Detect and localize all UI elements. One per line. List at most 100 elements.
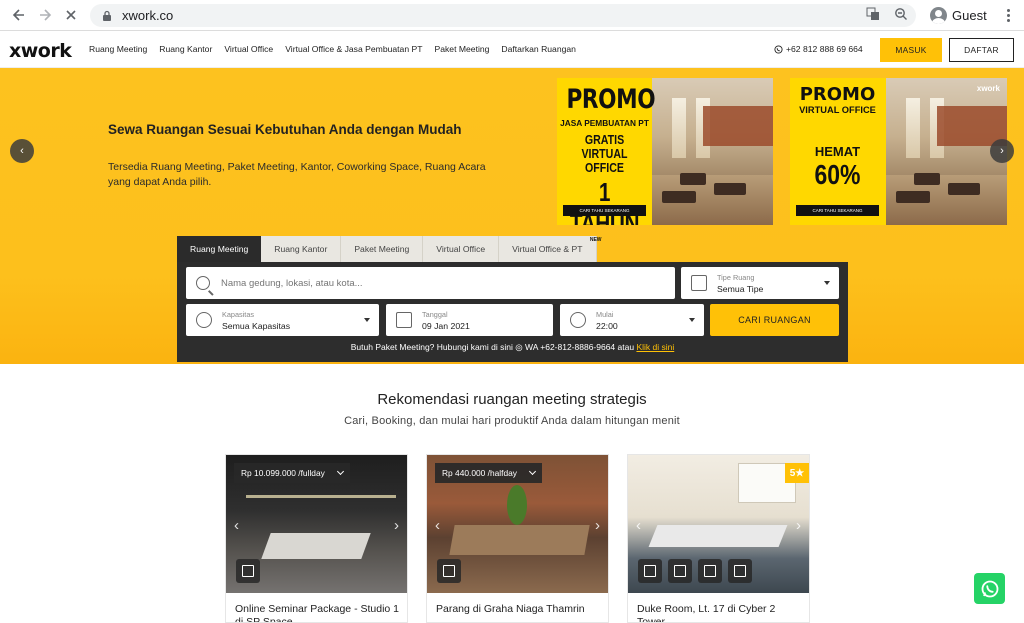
people-icon (196, 312, 212, 328)
search-icon (196, 276, 210, 290)
main-menu: Ruang Meeting Ruang Kantor Virtual Offic… (89, 44, 576, 54)
date-picker[interactable]: Tanggal 09 Jan 2021 (386, 304, 553, 336)
lock-icon (100, 9, 114, 23)
search-panel: Tipe Ruang Semua Tipe Kapasitas Semua Ka… (177, 262, 848, 362)
whatsapp-icon: ◎ (515, 342, 525, 352)
capacity-select[interactable]: Kapasitas Semua Kapasitas (186, 304, 379, 336)
date-value: 09 Jan 2021 (422, 320, 470, 331)
price-text: Rp 10.099.000 /fullday (241, 468, 325, 478)
price-badge[interactable]: Rp 440.000 /halfday (435, 463, 542, 483)
location-field[interactable] (186, 267, 675, 299)
price-text: Rp 440.000 /halfday (442, 468, 517, 478)
forward-icon[interactable] (32, 2, 58, 28)
facility-icon (437, 559, 461, 583)
clock-icon (570, 312, 586, 328)
register-button[interactable]: DAFTAR (949, 38, 1014, 62)
promo-banner-virtual-office[interactable]: xwork PROMO VIRTUAL OFFICE HEMAT 60% CAR… (790, 78, 1007, 225)
room-image (652, 78, 773, 225)
star-icon: ★ (795, 467, 805, 479)
facility-icon (638, 559, 662, 583)
promo1-line2: GRATIS VIRTUAL OFFICE (581, 133, 628, 175)
back-icon[interactable] (6, 2, 32, 28)
room-name: Online Seminar Package - Studio 1 di SP … (235, 603, 400, 623)
location-input[interactable] (221, 277, 641, 289)
site-header: xwork Ruang Meeting Ruang Kantor Virtual… (0, 31, 1024, 68)
facility-icon (698, 559, 722, 583)
start-value: 22:00 (596, 320, 618, 331)
chevron-right-icon[interactable]: › (394, 517, 399, 534)
promo2-brand: xwork (976, 84, 1000, 93)
room-card[interactable]: Rp 440.000 /halfday ‹ › Parang di Graha … (426, 454, 609, 623)
login-button[interactable]: MASUK (880, 38, 942, 62)
promo1-line3: 1 TAHUN (569, 177, 640, 225)
room-name: Duke Room, Lt. 17 di Cyber 2 Tower (637, 603, 776, 623)
tab-virtual-office-pt-label: Virtual Office & PT (512, 244, 583, 254)
profile-button[interactable]: Guest (922, 4, 995, 27)
help-line: Butuh Paket Meeting? Hubungi kami di sin… (177, 342, 848, 353)
chevron-right-icon[interactable]: › (796, 517, 801, 534)
more-menu-icon[interactable] (998, 5, 1018, 25)
capacity-value: Semua Kapasitas (222, 320, 291, 331)
new-badge: NEW (589, 237, 602, 243)
phone-number: +62 812 888 69 664 (786, 44, 863, 54)
help-text: Butuh Paket Meeting? Hubungi kami di sin… (350, 342, 516, 352)
search-rooms-button[interactable]: CARI RUANGAN (710, 304, 839, 336)
chevron-left-icon[interactable]: ‹ (636, 517, 641, 534)
capacity-label: Kapasitas (222, 309, 255, 319)
promo2-line3: 60% (814, 159, 861, 190)
chevron-down-icon (336, 467, 344, 476)
menu-daftarkan-ruangan[interactable]: Daftarkan Ruangan (501, 44, 576, 54)
promo1-heading: PROMO (566, 84, 656, 115)
chevron-left-icon[interactable]: ‹ (435, 517, 440, 534)
tab-virtual-office-pt[interactable]: Virtual Office & PT NEW (499, 236, 602, 262)
tab-virtual-office[interactable]: Virtual Office (423, 236, 500, 262)
chevron-left-icon[interactable]: ‹ (234, 517, 239, 534)
hero-subtitle: Tersedia Ruang Meeting, Paket Meeting, K… (108, 161, 486, 188)
menu-virtual-office[interactable]: Virtual Office (224, 44, 273, 54)
promo2-cta: CARI TAHU SEKARANG (796, 205, 879, 216)
stop-loading-icon[interactable] (58, 2, 84, 28)
price-badge[interactable]: Rp 10.099.000 /fullday (234, 463, 350, 483)
help-link[interactable]: Klik di sini (636, 342, 674, 352)
room-type-select[interactable]: Tipe Ruang Semua Tipe (681, 267, 839, 299)
tab-paket-meeting[interactable]: Paket Meeting (341, 236, 424, 262)
menu-ruang-kantor[interactable]: Ruang Kantor (159, 44, 212, 54)
promo2-line1: VIRTUAL OFFICE (799, 105, 876, 115)
start-time-select[interactable]: Mulai 22:00 (560, 304, 704, 336)
room-type-value: Semua Tipe (717, 283, 764, 294)
menu-ruang-meeting[interactable]: Ruang Meeting (89, 44, 147, 54)
hero-title: Sewa Ruangan Sesuai Kebutuhan Anda denga… (108, 122, 462, 137)
whatsapp-chat-button[interactable] (974, 573, 1005, 604)
promo2-line2: HEMAT (814, 144, 861, 159)
calendar-icon (396, 312, 412, 328)
phone-contact[interactable]: +62 812 888 69 664 (774, 44, 863, 54)
chevron-right-icon[interactable]: › (595, 517, 600, 534)
site-logo[interactable]: xwork (9, 40, 72, 62)
promo1-line1: JASA PEMBUATAN PT (560, 118, 649, 128)
carousel-prev-icon[interactable]: ‹ (10, 139, 34, 163)
chevron-down-icon (689, 318, 695, 322)
building-icon (691, 275, 707, 291)
facility-icon (236, 559, 260, 583)
zoom-icon[interactable] (894, 7, 908, 24)
facility-icon (668, 559, 692, 583)
room-card[interactable]: 5 ★ ‹ › Duke Room, Lt. 17 di Cyber 2 Towe… (627, 454, 810, 623)
tab-ruang-kantor[interactable]: Ruang Kantor (261, 236, 342, 262)
room-type-label: Tipe Ruang (717, 272, 755, 282)
promo-banner-pt[interactable]: PROMO JASA PEMBUATAN PT GRATIS VIRTUAL O… (557, 78, 773, 225)
tab-ruang-meeting[interactable]: Ruang Meeting (177, 236, 262, 262)
translate-icon[interactable] (866, 7, 880, 24)
date-label: Tanggal (422, 309, 448, 319)
carousel-next-icon[interactable]: › (990, 139, 1014, 163)
promo2-heading: PROMO (799, 84, 876, 105)
chevron-down-icon (824, 281, 830, 285)
room-image: xwork (886, 78, 1007, 225)
search-tabs: Ruang Meeting Ruang Kantor Paket Meeting… (177, 236, 602, 262)
whatsapp-icon (981, 580, 998, 597)
menu-paket-meeting[interactable]: Paket Meeting (434, 44, 489, 54)
room-card[interactable]: Rp 10.099.000 /fullday ‹ › Online Semina… (225, 454, 408, 623)
facility-icon (728, 559, 752, 583)
menu-virtual-office-pt[interactable]: Virtual Office & Jasa Pembuatan PT (285, 44, 422, 54)
address-bar[interactable]: xwork.co (90, 4, 916, 27)
recommendations-subtitle: Cari, Booking, dan mulai hari produktif … (344, 415, 680, 427)
